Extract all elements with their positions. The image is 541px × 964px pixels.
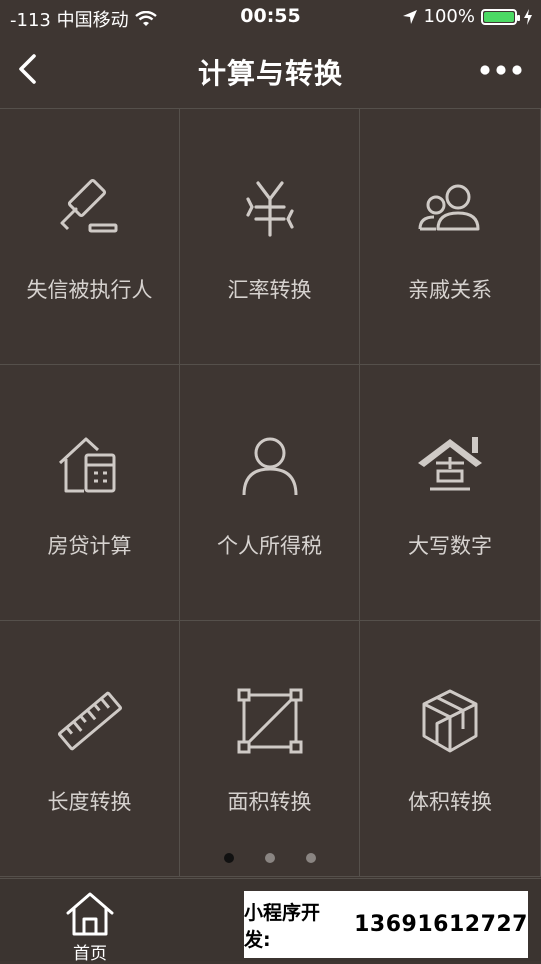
more-options-button[interactable]: [479, 62, 523, 78]
grid-item-label: 亲戚关系: [408, 278, 492, 302]
page-title: 计算与转换: [197, 57, 343, 90]
grid-item-label: 汇率转换: [227, 278, 312, 302]
grid-item-length[interactable]: 长度转换: [0, 621, 180, 877]
grid-item-area[interactable]: 面积转换: [180, 621, 360, 877]
location-arrow-icon: [402, 9, 417, 24]
tab-home[interactable]: 首页: [55, 889, 125, 964]
grid-item-label: 失信被执行人: [26, 278, 153, 302]
function-grid: 失信被执行人 汇率转换 亲戚关系 房贷计算 个人所得税 大写数字 长度转换 面积…: [0, 109, 541, 878]
house-calculator-icon: [58, 437, 115, 493]
grid-item-label: 房贷计算: [47, 534, 132, 558]
grid-item-label: 体积转换: [408, 790, 492, 814]
cube-icon: [422, 689, 478, 753]
grid-item-relatives[interactable]: 亲戚关系: [360, 109, 541, 365]
pager-dot[interactable]: [306, 853, 316, 863]
area-square-icon: [237, 688, 302, 754]
battery-fill: [484, 11, 514, 22]
person-icon: [242, 437, 297, 496]
grid-item-uppercase-number[interactable]: 大写数字: [360, 365, 541, 621]
ruler-icon: [57, 691, 122, 751]
gavel-icon: [60, 178, 117, 233]
grid-item-dishonest-debtor[interactable]: 失信被执行人: [0, 109, 180, 365]
charging-bolt-icon: [524, 8, 532, 25]
navigation-bar: 计算与转换: [0, 34, 541, 109]
grid-item-exchange-rate[interactable]: 汇率转换: [180, 109, 360, 365]
battery-icon: [481, 8, 520, 25]
status-right: 100%: [402, 6, 533, 27]
grid-item-mortgage[interactable]: 房贷计算: [0, 365, 180, 621]
people-icon: [418, 184, 480, 231]
home-icon: [66, 892, 114, 936]
grid-item-label: 长度转换: [47, 790, 132, 814]
page-indicator: [0, 850, 541, 866]
grid-item-volume[interactable]: 体积转换: [360, 621, 541, 877]
pager-dot[interactable]: [224, 853, 234, 863]
status-bar: -113 中国移动 00:55 100%: [0, 0, 541, 34]
house-number-icon: [418, 437, 482, 491]
yuan-exchange-icon: [245, 181, 294, 237]
promo-phone: 13691612727: [354, 912, 528, 937]
grid-item-label: 面积转换: [227, 790, 312, 814]
promo-banner: 小程序开发: 13691612727: [244, 891, 528, 958]
grid-item-label: 大写数字: [408, 534, 492, 558]
grid-item-income-tax[interactable]: 个人所得税: [180, 365, 360, 621]
grid-item-label: 个人所得税: [217, 534, 322, 558]
pager-dot[interactable]: [265, 853, 275, 863]
promo-prefix: 小程序开发:: [244, 901, 321, 951]
battery-percent: 100%: [423, 6, 475, 27]
tab-home-label: 首页: [73, 944, 107, 964]
